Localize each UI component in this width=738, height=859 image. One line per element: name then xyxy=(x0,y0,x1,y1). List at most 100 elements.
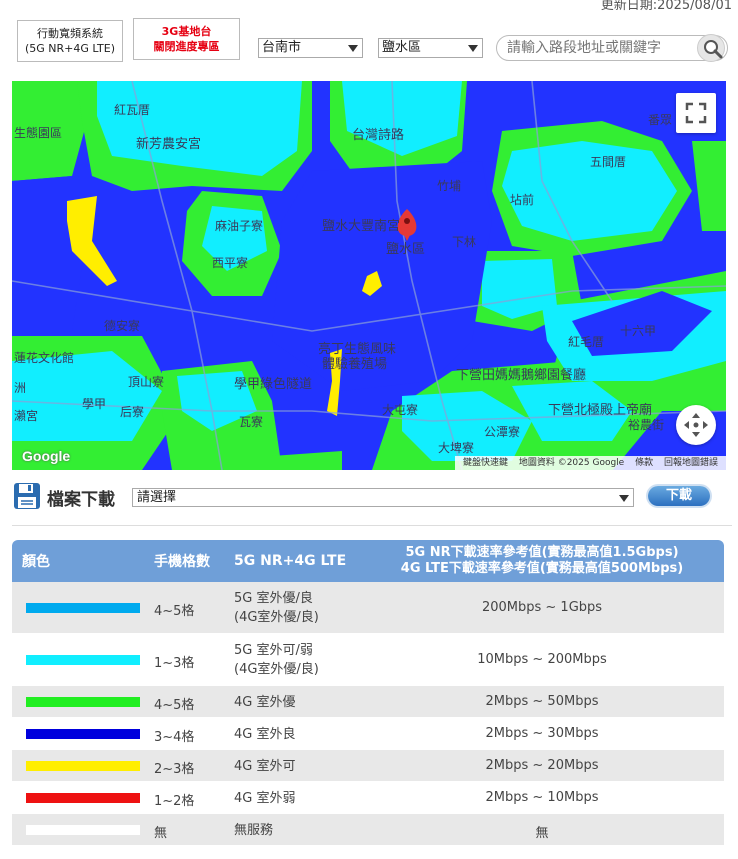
legend-row: 4~5格 4G 室外優 2Mbps ~ 50Mbps xyxy=(12,686,724,718)
download-speed: 200Mbps ~ 1Gbps xyxy=(481,600,603,615)
legend-header: 顏色 手機格數 5G NR+4G LTE 5G NR下載速率參考值(實務最高值1… xyxy=(12,540,724,582)
map-label: 鹽水區 xyxy=(386,242,426,257)
keyboard-shortcuts-link[interactable]: 鍵盤快速鍵 xyxy=(463,458,508,468)
network-type: 5G 室外優/良 (4G室外優/良) xyxy=(234,589,319,627)
download-speed: 2Mbps ~ 50Mbps xyxy=(485,694,599,709)
color-swatch xyxy=(26,761,140,771)
map-label: 下營田媽媽鵝鄉園餐廳 xyxy=(456,368,587,383)
network-type-line1: 4G 室外可 xyxy=(234,759,296,774)
network-type-line1: 4G 室外良 xyxy=(234,727,296,742)
city-select[interactable]: 台南市 xyxy=(258,38,363,58)
update-date: 更新日期:2025/08/01 xyxy=(600,0,732,13)
tab-3g-line2: 關閉進度專區 xyxy=(153,40,220,53)
chevron-down-icon xyxy=(348,45,358,52)
header-speed-4g: 4G LTE下載速率參考值(實務最高值500Mbps) xyxy=(400,561,684,576)
network-type-line2: (4G室外優/良) xyxy=(234,610,319,625)
network-type: 無服務 xyxy=(234,821,273,840)
legend-row: 無 無服務 無 xyxy=(12,814,724,846)
signal-bars: 1~2格 xyxy=(154,794,195,809)
fullscreen-button[interactable] xyxy=(676,93,716,133)
signal-bars: 無 xyxy=(154,826,168,841)
map-label: 竹埔 xyxy=(437,179,462,193)
coverage-map[interactable]: 紅瓦厝 新芳農安宮 台灣詩路 鹽水大豐南宮 鹽水區 麻油子寮 西平寮 下林 竹埔… xyxy=(12,81,726,470)
network-type-line1: 5G 室外優/良 xyxy=(234,591,313,606)
network-type: 5G 室外可/弱 (4G室外優/良) xyxy=(234,641,319,679)
download-speed: 無 xyxy=(535,826,549,841)
tab-broadband-system[interactable]: 行動寬頻系統 (5G NR+4G LTE) xyxy=(17,20,123,62)
download-speed: 2Mbps ~ 20Mbps xyxy=(485,758,599,773)
color-swatch xyxy=(26,655,140,665)
header-speed-5g: 5G NR下載速率參考值(實務最高值1.5Gbps) xyxy=(405,545,679,560)
search-input[interactable] xyxy=(507,38,697,58)
divider xyxy=(12,525,732,526)
map-label: 麻油子寮 xyxy=(215,219,264,233)
signal-bars: 3~4格 xyxy=(154,730,195,745)
color-swatch xyxy=(26,729,140,739)
color-swatch xyxy=(26,697,140,707)
report-error-link[interactable]: 回報地圖錯誤 xyxy=(664,458,718,468)
header-speed: 5G NR下載速率參考值(實務最高值1.5Gbps) 4G LTE下載速率參考值… xyxy=(362,540,722,582)
legend-table: 顏色 手機格數 5G NR+4G LTE 5G NR下載速率參考值(實務最高值1… xyxy=(12,540,724,846)
signal-bars: 4~5格 xyxy=(154,698,195,713)
color-swatch xyxy=(26,603,140,613)
color-swatch xyxy=(26,793,140,803)
map-label: 西平寮 xyxy=(212,256,249,270)
header-bars: 手機格數 xyxy=(154,554,210,570)
my-location-button[interactable] xyxy=(676,405,716,445)
map-label: 德安寮 xyxy=(104,319,141,333)
header-type: 5G NR+4G LTE xyxy=(234,553,347,569)
chevron-down-icon xyxy=(468,45,478,52)
download-button[interactable]: 下載 xyxy=(648,486,710,506)
color-swatch xyxy=(26,825,140,835)
signal-bars: 2~3格 xyxy=(154,762,195,777)
tab-broadband-line1: 行動寬頻系統 xyxy=(37,27,103,40)
map-label: 下林 xyxy=(452,235,477,249)
header-color: 顏色 xyxy=(22,554,50,570)
network-type-line1: 4G 室外優 xyxy=(234,695,296,710)
map-label: 學甲綠色隧道 xyxy=(234,377,313,392)
district-select-value: 鹽水區 xyxy=(382,40,422,55)
map-label: 台灣詩路 xyxy=(352,128,405,143)
network-type-line1: 5G 室外可/弱 xyxy=(234,643,313,658)
map-label: 鹽水大豐南宮 xyxy=(322,219,401,234)
map-label: 番眾 xyxy=(648,113,673,127)
map-label: 裕農街 xyxy=(628,418,665,432)
terms-link[interactable]: 條款 xyxy=(635,458,653,468)
signal-bars: 4~5格 xyxy=(154,604,195,619)
district-select[interactable]: 鹽水區 xyxy=(378,38,483,58)
search-button[interactable] xyxy=(697,34,725,62)
crosshair-icon xyxy=(684,413,708,437)
map-label: 五間厝 xyxy=(590,155,627,169)
map-label: 公潭寮 xyxy=(484,425,521,439)
network-type: 4G 室外弱 xyxy=(234,789,295,808)
map-label: 生態園區 xyxy=(14,126,63,140)
map-label: 紅毛厝 xyxy=(568,335,605,349)
download-title: 檔案下載 xyxy=(47,490,115,510)
network-type: 4G 室外良 xyxy=(234,725,295,744)
map-label: 新芳農安宮 xyxy=(136,137,202,152)
chevron-down-icon xyxy=(619,495,629,502)
download-speed: 10Mbps ~ 200Mbps xyxy=(477,652,607,667)
legend-row: 1~2格 4G 室外弱 2Mbps ~ 10Mbps xyxy=(12,782,724,814)
map-label: 學甲 xyxy=(82,397,107,411)
search-box xyxy=(496,34,728,62)
network-type: 4G 室外可 xyxy=(234,757,295,776)
fullscreen-icon xyxy=(685,102,707,124)
map-label: 瓦寮 xyxy=(239,415,264,429)
map-label: 體驗養殖場 xyxy=(322,357,388,372)
network-type-line2: (4G室外優/良) xyxy=(234,662,319,677)
tab-broadband-line2: (5G NR+4G LTE) xyxy=(25,42,115,55)
legend-row: 3~4格 4G 室外良 2Mbps ~ 30Mbps xyxy=(12,718,724,750)
google-logo: Google xyxy=(22,448,71,464)
map-label: 洲 xyxy=(14,381,27,395)
tab-3g-line1: 3G基地台 xyxy=(161,25,212,38)
map-label: 十六甲 xyxy=(620,324,657,338)
network-type-line1: 無服務 xyxy=(234,823,274,838)
map-label: 紅瓦厝 xyxy=(114,103,151,117)
map-label: 瀨宮 xyxy=(14,409,39,423)
tab-3g-closure[interactable]: 3G基地台 關閉進度專區 xyxy=(133,18,240,60)
search-icon xyxy=(704,40,723,59)
file-select[interactable]: 請選擇 xyxy=(132,488,634,507)
floppy-disk-icon xyxy=(14,483,40,509)
signal-bars: 1~3格 xyxy=(154,656,195,671)
